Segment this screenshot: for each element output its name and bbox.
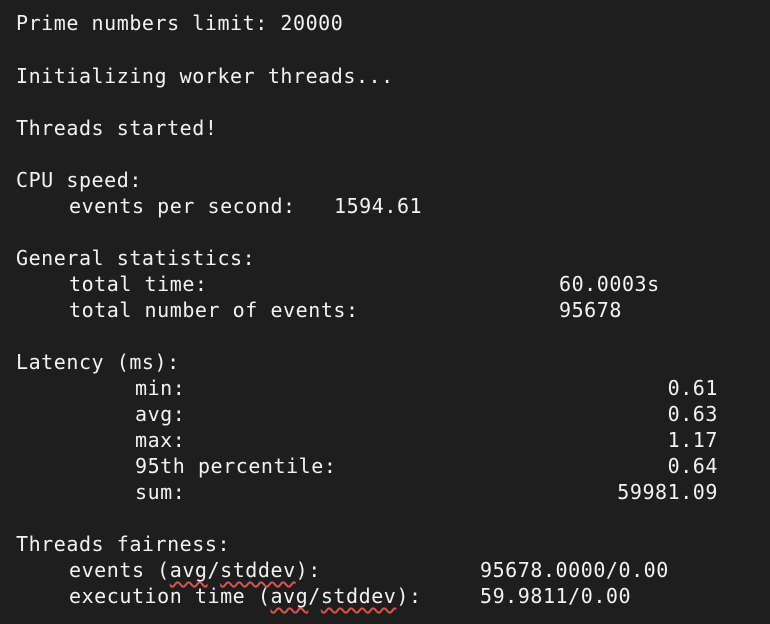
total-time-value: 60.0003s [559,272,660,296]
threads-fairness-heading: Threads fairness: [16,532,231,556]
total-events-value: 95678 [559,298,622,322]
fairness-events-value: 95678.0000/0.00 [480,558,669,582]
latency-min-value: 0.61 [667,376,718,400]
total-events-label: total number of events: [69,298,359,322]
fairness-events-label: events (avg/stddev): [69,557,321,583]
terminal-output[interactable]: Prime numbers limit: 20000 Initializing … [0,0,770,624]
latency-max-value: 1.17 [667,428,718,452]
latency-heading: Latency (ms): [16,350,180,374]
fairness-exec-value: 59.9811/0.00 [480,584,632,608]
fairness-exec-label-post: ): [396,584,422,608]
latency-avg-value: 0.63 [667,402,718,426]
init-line: Initializing worker threads... [16,64,394,88]
general-statistics-heading: General statistics: [16,246,256,270]
latency-p95-label: 95th percentile: [135,454,337,478]
latency-p95-value: 0.64 [667,454,718,478]
fairness-exec-label: execution time (avg/stddev): [69,583,422,609]
latency-min-label: min: [135,376,186,400]
total-time-label: total time: [69,272,208,296]
fairness-exec-label-pre: execution time ( [69,584,271,608]
fairness-exec-label-sep: / [308,584,321,608]
latency-avg-label: avg: [135,402,186,426]
spellcheck-word-stddev: stddev [220,558,296,582]
spellcheck-word-stddev: stddev [320,584,397,608]
spellcheck-word-avg: avg [169,558,208,582]
fairness-events-label-post: ): [295,558,321,582]
latency-max-label: max: [135,428,186,452]
cpu-speed-heading: CPU speed: [16,168,142,192]
prime-limit-line: Prime numbers limit: 20000 [16,11,344,35]
spellcheck-word-avg: avg [270,584,309,608]
started-line: Threads started! [16,116,218,140]
events-per-second-value: 1594.61 [334,194,423,218]
events-per-second-label: events per second: [69,194,296,218]
latency-sum-value: 59981.09 [617,480,718,504]
latency-sum-label: sum: [135,480,186,504]
fairness-events-label-pre: events ( [69,558,170,582]
fairness-events-label-sep: / [207,558,221,582]
